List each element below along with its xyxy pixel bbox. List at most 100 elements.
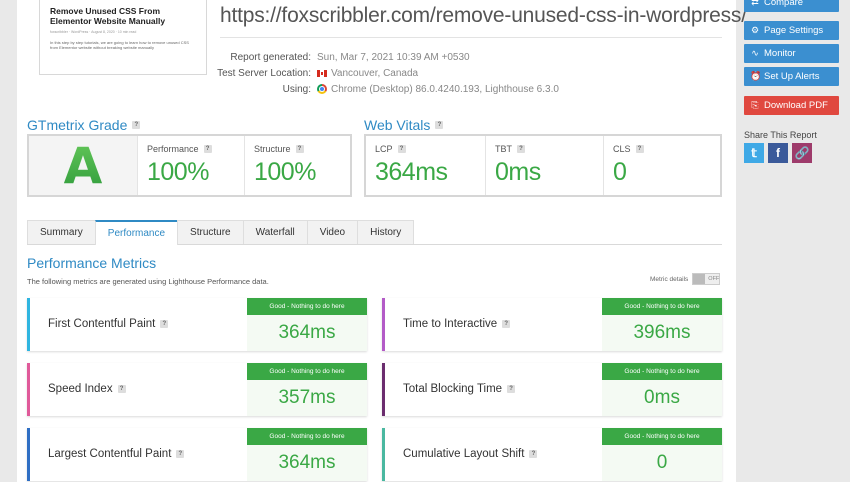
gtmetrix-grade-title: GTmetrix Grade <box>27 117 128 133</box>
metric-card-lcp: Largest Contentful Paint? Good - Nothing… <box>27 428 367 481</box>
report-url[interactable]: https://foxscribbler.com/remove-unused-c… <box>220 4 747 28</box>
metric-card-cls: Cumulative Layout Shift? Good - Nothing … <box>382 428 722 481</box>
web-vitals-heading: Web Vitals? <box>364 117 444 133</box>
lcp-label: LCP <box>375 144 393 154</box>
report-meta: Report generated: Sun, Mar 7, 2021 10:39… <box>200 49 559 97</box>
metric-card-tti: Time to Interactive? Good - Nothing to d… <box>382 298 722 351</box>
metric-name: Time to Interactive <box>403 318 498 330</box>
alarm-clock-icon: ⏰ <box>750 71 762 81</box>
download-pdf-button[interactable]: ⎘ Download PDF <box>744 96 839 115</box>
canada-flag-icon <box>317 69 327 77</box>
metric-value: 357ms <box>278 387 336 408</box>
tab-summary[interactable]: Summary <box>27 220 96 244</box>
help-icon[interactable]: ? <box>517 145 525 153</box>
metric-value: 364ms <box>278 322 336 343</box>
share-label: Share This Report <box>744 130 817 140</box>
lcp-value: 364ms <box>375 158 448 186</box>
metric-name: Speed Index <box>48 383 113 395</box>
page-settings-button[interactable]: ⚙ Page Settings <box>744 21 839 40</box>
generated-label: Report generated: <box>230 51 311 63</box>
tbt-value: 0ms <box>495 158 541 186</box>
gtmetrix-grade-heading: GTmetrix Grade? <box>27 117 141 133</box>
cls-value: 0 <box>613 158 627 186</box>
gear-icon: ⚙ <box>750 25 760 35</box>
metric-details-label: Metric details <box>650 275 689 283</box>
help-icon[interactable]: ? <box>203 145 212 153</box>
tab-structure[interactable]: Structure <box>177 220 244 244</box>
structure-label: Structure <box>254 144 291 154</box>
lcp-cell: LCP? 364ms <box>366 136 485 195</box>
metric-value: 396ms <box>633 322 691 343</box>
help-icon[interactable]: ? <box>176 450 185 458</box>
grade-letter-cell: A <box>29 136 137 195</box>
cls-cell: CLS? 0 <box>603 136 720 195</box>
page-screenshot-thumbnail[interactable]: Remove Unused CSS From Elementor Website… <box>39 0 207 75</box>
metric-details-toggle[interactable]: Metric details OFF <box>650 273 721 285</box>
generated-value: Sun, Mar 7, 2021 10:39 AM +0530 <box>317 51 470 63</box>
twitter-icon[interactable]: 𝕥 <box>744 143 764 163</box>
compare-icon: ⇄ <box>751 0 759 7</box>
divider <box>220 37 722 38</box>
facebook-icon[interactable]: f <box>768 143 788 163</box>
metric-name: Largest Contentful Paint <box>48 448 172 460</box>
help-icon[interactable]: ? <box>435 121 444 129</box>
pulse-icon: ∿ <box>751 48 759 58</box>
help-icon[interactable]: ? <box>160 320 169 328</box>
metric-name: Cumulative Layout Shift <box>403 448 525 460</box>
performance-metrics-title: Performance Metrics <box>27 255 157 271</box>
tbt-label: TBT <box>495 144 512 154</box>
metric-status-badge: Good - Nothing to do here <box>602 428 722 445</box>
grade-letter: A <box>63 136 103 195</box>
thumbnail-body: In this step by step tutorials, we are g… <box>50 40 189 50</box>
pdf-icon: ⎘ <box>751 100 759 110</box>
metric-status-badge: Good - Nothing to do here <box>247 363 367 380</box>
gtmetrix-grade-box: A Performance? 100% Structure? 100% <box>27 134 352 197</box>
web-vitals-box: LCP? 364ms TBT? 0ms CLS? 0 <box>364 134 722 197</box>
location-value: Vancouver, Canada <box>331 67 419 79</box>
thumbnail-meta: foxscribbler · WordPress · August 8, 202… <box>50 30 137 34</box>
tab-history[interactable]: History <box>357 220 415 244</box>
metric-card-tbt: Total Blocking Time? Good - Nothing to d… <box>382 363 722 416</box>
metric-name: Total Blocking Time <box>403 383 503 395</box>
tab-waterfall[interactable]: Waterfall <box>242 220 308 244</box>
tab-video[interactable]: Video <box>306 220 359 244</box>
metric-status-badge: Good - Nothing to do here <box>602 363 722 380</box>
metric-name: First Contentful Paint <box>48 318 156 330</box>
alerts-label: Set Up Alerts <box>764 71 820 82</box>
performance-label: Performance <box>147 144 199 154</box>
thumbnail-title: Remove Unused CSS From Elementor Website… <box>50 6 166 26</box>
set-up-alerts-button[interactable]: ⏰ Set Up Alerts <box>744 67 839 86</box>
help-icon[interactable]: ? <box>529 450 538 458</box>
using-value: Chrome (Desktop) 86.0.4240.193, Lighthou… <box>331 83 559 95</box>
tbt-cell: TBT? 0ms <box>485 136 603 195</box>
compare-label: Compare <box>764 0 804 8</box>
chrome-icon <box>317 84 327 94</box>
compare-button[interactable]: ⇄ Compare <box>744 0 839 12</box>
tab-performance[interactable]: Performance <box>94 220 179 245</box>
monitor-button[interactable]: ∿ Monitor <box>744 44 839 63</box>
metric-status-badge: Good - Nothing to do here <box>247 298 367 315</box>
location-label: Test Server Location: <box>217 67 311 79</box>
performance-value: 100% <box>147 158 209 186</box>
metric-value: 0 <box>656 452 668 473</box>
help-icon[interactable]: ? <box>502 320 511 328</box>
structure-score-cell: Structure? 100% <box>244 136 350 195</box>
monitor-label: Monitor <box>764 48 796 59</box>
cls-label: CLS <box>613 144 631 154</box>
link-icon[interactable]: 🔗 <box>792 143 812 163</box>
using-label: Using: <box>282 83 311 95</box>
help-icon[interactable]: ? <box>295 145 304 153</box>
help-icon[interactable]: ? <box>507 385 516 393</box>
help-icon[interactable]: ? <box>635 145 644 153</box>
help-icon[interactable]: ? <box>132 121 141 129</box>
help-icon[interactable]: ? <box>397 145 406 153</box>
metric-card-speed-index: Speed Index? Good - Nothing to do here 35… <box>27 363 367 416</box>
download-label: Download PDF <box>764 100 828 111</box>
report-tabs: Summary Performance Structure Waterfall … <box>27 220 722 245</box>
toggle-switch[interactable]: OFF <box>692 273 721 285</box>
performance-score-cell: Performance? 100% <box>137 136 244 195</box>
structure-value: 100% <box>254 158 316 186</box>
metric-card-fcp: First Contentful Paint? Good - Nothing t… <box>27 298 367 351</box>
metric-status-badge: Good - Nothing to do here <box>247 428 367 445</box>
help-icon[interactable]: ? <box>117 385 126 393</box>
